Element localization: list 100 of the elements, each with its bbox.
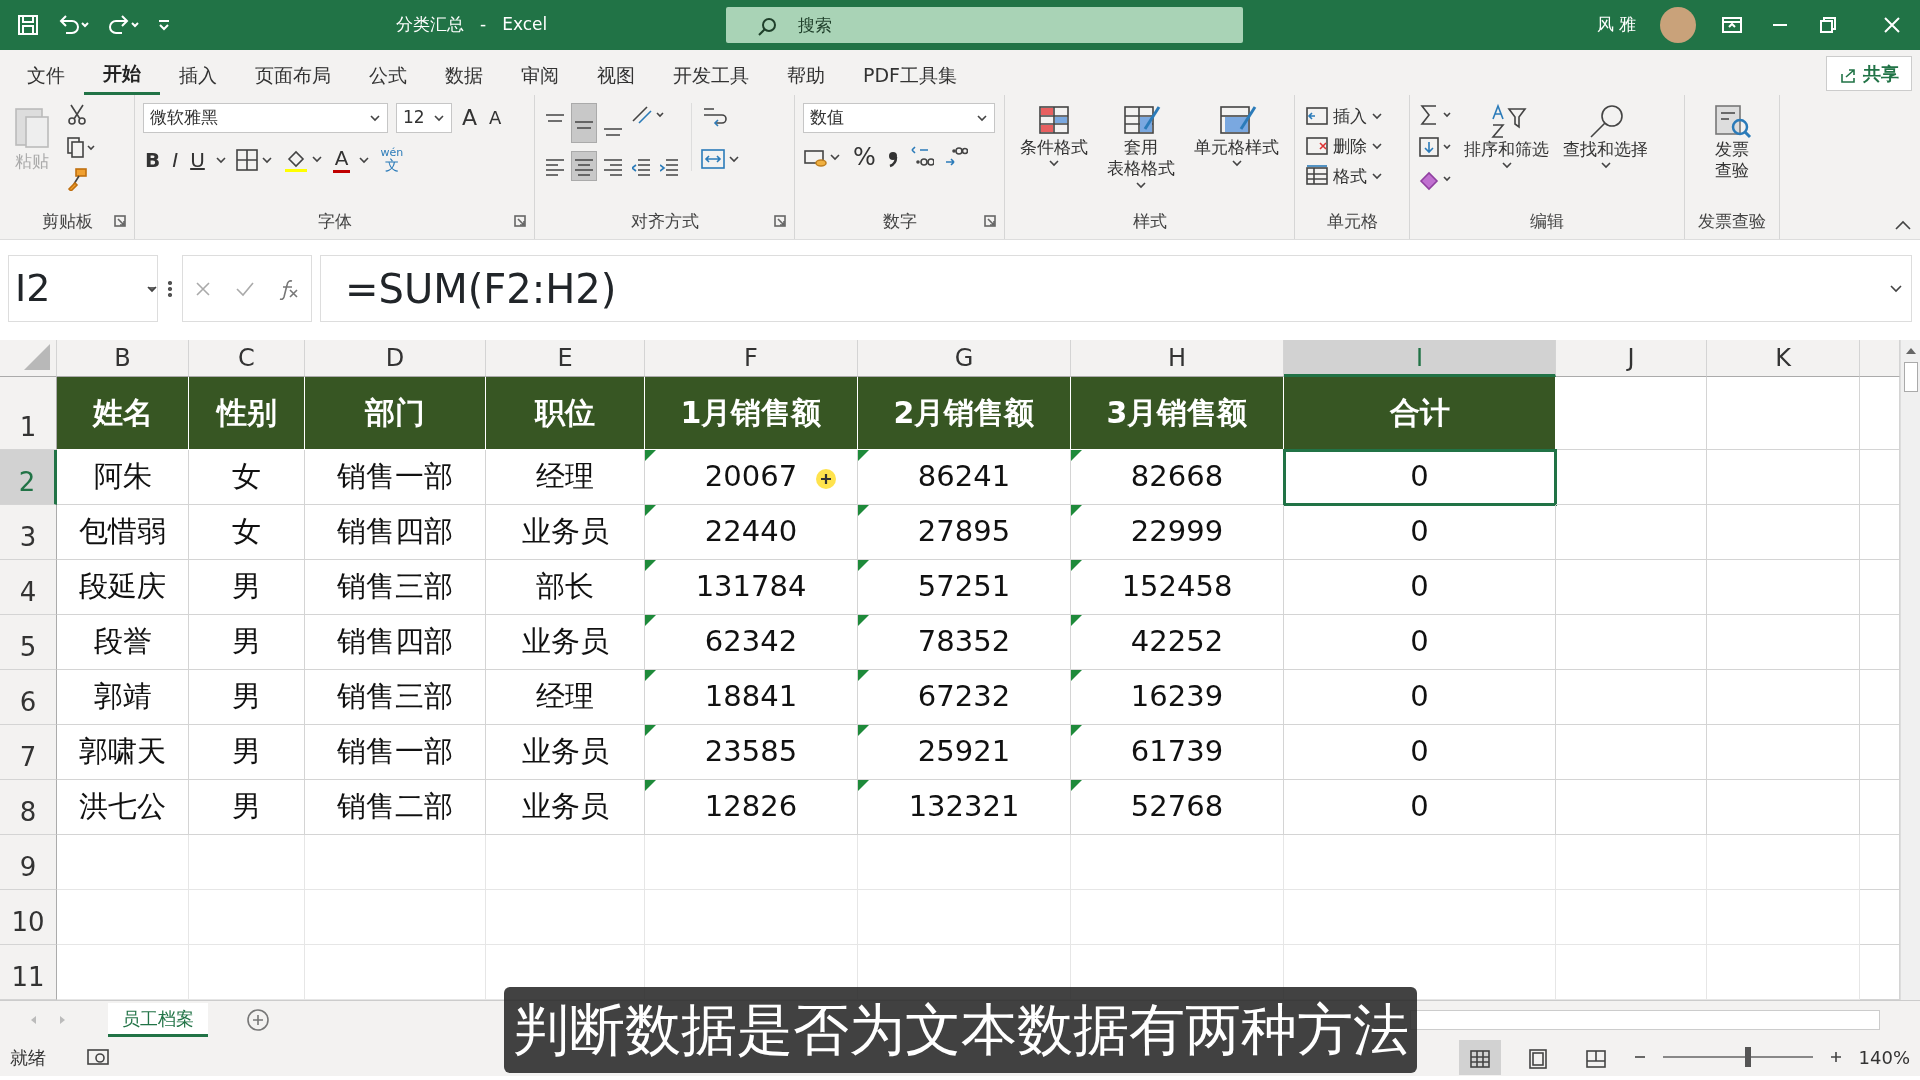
row-header[interactable]: 5 bbox=[0, 615, 57, 670]
expand-icon[interactable] bbox=[1889, 283, 1903, 294]
error-indicator-icon[interactable] bbox=[1071, 560, 1082, 571]
row-header[interactable]: 6 bbox=[0, 670, 57, 725]
column-header[interactable]: D bbox=[305, 340, 486, 377]
error-indicator-icon[interactable] bbox=[858, 780, 869, 791]
column-header[interactable]: I bbox=[1284, 340, 1556, 377]
formula-field[interactable]: =SUM(F2:H2) bbox=[320, 255, 1912, 322]
error-indicator-icon[interactable] bbox=[858, 670, 869, 681]
column-header[interactable]: B bbox=[57, 340, 189, 377]
shrink-font-button[interactable]: A bbox=[487, 107, 504, 129]
find-select-button[interactable]: 查找和选择 bbox=[1559, 103, 1652, 171]
error-indicator-icon[interactable] bbox=[858, 725, 869, 736]
error-indicator-icon[interactable] bbox=[645, 780, 656, 791]
search-field[interactable]: 搜索 bbox=[726, 7, 1243, 43]
format-table-button[interactable]: 套用 表格格式 bbox=[1103, 103, 1179, 190]
column-header[interactable]: J bbox=[1556, 340, 1707, 377]
delete-cells-button[interactable]: 删除 bbox=[1303, 133, 1385, 159]
column-header[interactable]: G bbox=[858, 340, 1071, 377]
horizontal-align-button[interactable] bbox=[571, 151, 597, 181]
column-header[interactable]: K bbox=[1707, 340, 1860, 377]
copy-icon[interactable] bbox=[66, 135, 96, 159]
row-header[interactable]: 4 bbox=[0, 560, 57, 615]
error-indicator-icon[interactable] bbox=[645, 450, 656, 461]
column-header[interactable]: E bbox=[486, 340, 645, 377]
error-indicator-icon[interactable] bbox=[1071, 615, 1082, 626]
save-icon[interactable] bbox=[16, 13, 40, 37]
sum-icon[interactable] bbox=[1418, 103, 1454, 127]
error-indicator-icon[interactable] bbox=[1071, 725, 1082, 736]
macro-record-icon[interactable] bbox=[86, 1047, 110, 1067]
column-header[interactable]: C bbox=[189, 340, 305, 377]
ribbon-tab[interactable]: 审阅 bbox=[502, 55, 578, 95]
row-header[interactable]: 9 bbox=[0, 835, 57, 890]
drag-handle-icon[interactable] bbox=[166, 278, 174, 299]
name-box[interactable]: I2 bbox=[8, 255, 158, 322]
error-indicator-icon[interactable] bbox=[858, 505, 869, 516]
ribbon-tab[interactable]: 数据 bbox=[426, 55, 502, 95]
error-indicator-icon[interactable] bbox=[858, 450, 869, 461]
redo-icon[interactable] bbox=[106, 13, 140, 37]
ribbon-tab[interactable]: 开发工具 bbox=[654, 55, 768, 95]
row-header[interactable]: 10 bbox=[0, 890, 57, 945]
error-indicator-icon[interactable] bbox=[858, 615, 869, 626]
row-header[interactable]: 11 bbox=[0, 945, 57, 1000]
error-indicator-icon[interactable] bbox=[1071, 505, 1082, 516]
vertical-align-button[interactable] bbox=[571, 103, 597, 143]
font-color-button[interactable]: A bbox=[332, 146, 351, 173]
row-header[interactable]: 2 bbox=[0, 450, 57, 505]
grow-font-button[interactable]: A bbox=[460, 105, 480, 131]
error-indicator-icon[interactable] bbox=[645, 560, 656, 571]
insert-cells-button[interactable]: 插入 bbox=[1303, 103, 1385, 129]
underline-button[interactable]: U bbox=[188, 147, 207, 172]
phonetic-guide-button[interactable]: wén 文 bbox=[378, 145, 406, 174]
avatar[interactable] bbox=[1660, 7, 1696, 43]
cancel-icon[interactable] bbox=[194, 279, 213, 298]
scroll-up-icon[interactable] bbox=[1904, 346, 1917, 356]
error-indicator-icon[interactable] bbox=[645, 615, 656, 626]
sheet-tab[interactable]: 员工档案 bbox=[108, 1002, 208, 1037]
error-indicator-icon[interactable] bbox=[858, 560, 869, 571]
format-painter-icon[interactable] bbox=[66, 167, 88, 191]
collapse-ribbon-icon[interactable] bbox=[1894, 219, 1912, 231]
fill-icon[interactable] bbox=[1418, 135, 1454, 159]
error-indicator-icon[interactable] bbox=[645, 505, 656, 516]
vertical-scrollbar[interactable] bbox=[1900, 340, 1920, 1000]
ribbon-tab[interactable]: 文件 bbox=[8, 55, 84, 95]
italic-button[interactable]: I bbox=[170, 147, 181, 172]
font-size-select[interactable]: 12 bbox=[396, 103, 452, 133]
share-button[interactable]: 共享 bbox=[1825, 56, 1912, 91]
dialog-launcher-icon[interactable] bbox=[984, 215, 996, 227]
error-indicator-icon[interactable] bbox=[1071, 780, 1082, 791]
ribbon-tab[interactable]: 公式 bbox=[350, 55, 426, 95]
ribbon-tab[interactable]: 视图 bbox=[578, 55, 654, 95]
zoom-in-icon[interactable] bbox=[1828, 1050, 1843, 1064]
sort-filter-button[interactable]: 排序和筛选 bbox=[1460, 103, 1553, 171]
error-indicator-icon[interactable] bbox=[645, 670, 656, 681]
percent-button[interactable]: % bbox=[851, 143, 878, 171]
bold-button[interactable]: B bbox=[143, 147, 163, 172]
error-indicator-icon[interactable] bbox=[1071, 450, 1082, 461]
font-select[interactable]: 微软雅黑 bbox=[143, 103, 388, 133]
row-header[interactable]: 7 bbox=[0, 725, 57, 780]
merge-center-icon[interactable] bbox=[700, 147, 740, 171]
ribbon-tab[interactable]: PDF工具集 bbox=[844, 55, 977, 95]
zoom-level[interactable]: 140% bbox=[1858, 1043, 1910, 1071]
slider-thumb[interactable] bbox=[1745, 1047, 1752, 1067]
column-header[interactable]: F bbox=[645, 340, 858, 377]
format-cells-button[interactable]: 格式 bbox=[1303, 163, 1385, 189]
error-indicator-icon[interactable] bbox=[645, 725, 656, 736]
row-header[interactable]: 3 bbox=[0, 505, 57, 560]
insert-function-icon[interactable] bbox=[277, 277, 300, 300]
number-format-select[interactable]: 数值 bbox=[803, 103, 995, 133]
cell-styles-button[interactable]: 单元格样式 bbox=[1190, 103, 1284, 169]
row-header[interactable]: 8 bbox=[0, 780, 57, 835]
dialog-launcher-icon[interactable] bbox=[114, 215, 126, 227]
dialog-launcher-icon[interactable] bbox=[774, 215, 786, 227]
ribbon-tab[interactable]: 页面布局 bbox=[236, 55, 350, 95]
new-sheet-icon[interactable] bbox=[246, 1007, 270, 1032]
ribbon-tab[interactable]: 插入 bbox=[160, 55, 236, 95]
dialog-launcher-icon[interactable] bbox=[514, 215, 526, 227]
normal-view-button[interactable] bbox=[1458, 1039, 1501, 1075]
ribbon-tab[interactable]: 帮助 bbox=[768, 55, 844, 95]
selected-cell[interactable]: 0 bbox=[1284, 450, 1556, 505]
